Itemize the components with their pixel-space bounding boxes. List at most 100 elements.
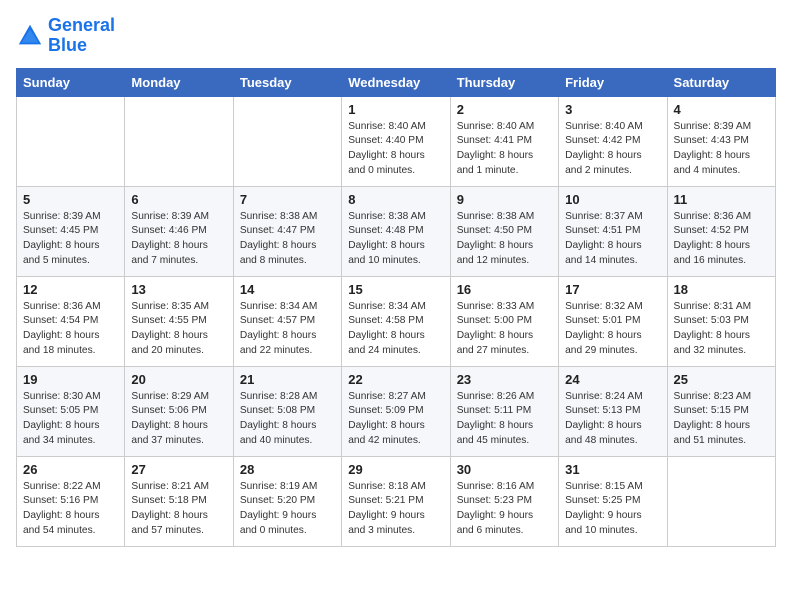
calendar-week-row: 26 Sunrise: 8:22 AM Sunset: 5:16 PM Dayli…: [17, 456, 776, 546]
cell-content: Sunrise: 8:34 AM Sunset: 4:58 PM Dayligh…: [348, 300, 443, 359]
calendar-week-row: 5 Sunrise: 8:39 AM Sunset: 4:45 PM Daylig…: [17, 186, 776, 276]
calendar-cell: 19Sunrise: 8:30 AM Sunset: 5:05 PM Dayli…: [17, 366, 125, 456]
calendar-cell: [17, 96, 125, 186]
day-number: 1: [348, 102, 443, 117]
logo-text: General Blue: [48, 16, 115, 56]
calendar-cell: 30 Sunrise: 8:16 AM Sunset: 5:23 PM Dayli…: [450, 456, 558, 546]
cell-content: Sunrise: 8:19 AM Sunset: 5:20 PM Dayligh…: [240, 480, 335, 539]
weekday-header-row: SundayMondayTuesdayWednesdayThursdayFrid…: [17, 68, 776, 96]
weekday-header-sunday: Sunday: [17, 68, 125, 96]
day-number: 23: [457, 372, 552, 387]
day-number: 11: [674, 192, 769, 207]
calendar-cell: [667, 456, 775, 546]
calendar-cell: 23 Sunrise: 8:26 AM Sunset: 5:11 PM Dayli…: [450, 366, 558, 456]
calendar-cell: 27Sunrise: 8:21 AM Sunset: 5:18 PM Dayli…: [125, 456, 233, 546]
cell-content: Sunrise: 8:23 AM Sunset: 5:15 PM Dayligh…: [674, 390, 769, 449]
calendar-cell: [125, 96, 233, 186]
calendar-cell: 24 Sunrise: 8:24 AM Sunset: 5:13 PM Dayli…: [559, 366, 667, 456]
weekday-header-wednesday: Wednesday: [342, 68, 450, 96]
cell-content: Sunrise: 8:35 AM Sunset: 4:55 PM Dayligh…: [131, 300, 226, 359]
cell-content: Sunrise: 8:24 AM Sunset: 5:13 PM Dayligh…: [565, 390, 660, 449]
day-number: 14: [240, 282, 335, 297]
cell-content: Sunrise: 8:38 AM Sunset: 4:48 PM Dayligh…: [348, 210, 443, 269]
calendar-cell: 2 Sunrise: 8:40 AM Sunset: 4:41 PM Daylig…: [450, 96, 558, 186]
calendar-cell: 14 Sunrise: 8:34 AM Sunset: 4:57 PM Dayli…: [233, 276, 341, 366]
weekday-header-tuesday: Tuesday: [233, 68, 341, 96]
day-number: 2: [457, 102, 552, 117]
cell-content: Sunrise: 8:18 AM Sunset: 5:21 PM Dayligh…: [348, 480, 443, 539]
calendar-cell: 10 Sunrise: 8:37 AM Sunset: 4:51 PM Dayli…: [559, 186, 667, 276]
cell-content: Sunrise: 8:31 AM Sunset: 5:03 PM Dayligh…: [674, 300, 769, 359]
cell-content: Sunrise: 8:40 AM Sunset: 4:40 PM Dayligh…: [348, 120, 443, 179]
day-number: 16: [457, 282, 552, 297]
day-number: 9: [457, 192, 552, 207]
cell-content: Sunrise: 8:38 AM Sunset: 4:50 PM Dayligh…: [457, 210, 552, 269]
cell-content: Sunrise: 8:16 AM Sunset: 5:23 PM Dayligh…: [457, 480, 552, 539]
calendar-cell: 5 Sunrise: 8:39 AM Sunset: 4:45 PM Daylig…: [17, 186, 125, 276]
calendar-week-row: 1 Sunrise: 8:40 AM Sunset: 4:40 PM Daylig…: [17, 96, 776, 186]
day-number: 25: [674, 372, 769, 387]
cell-content: Sunrise: 8:22 AM Sunset: 5:16 PM Dayligh…: [23, 480, 118, 539]
day-number: 28: [240, 462, 335, 477]
calendar-cell: 25 Sunrise: 8:23 AM Sunset: 5:15 PM Dayli…: [667, 366, 775, 456]
calendar-cell: 3 Sunrise: 8:40 AM Sunset: 4:42 PM Daylig…: [559, 96, 667, 186]
cell-content: Sunrise: 8:30 AM Sunset: 5:05 PM Dayligh…: [23, 390, 118, 449]
day-number: 4: [674, 102, 769, 117]
cell-content: Sunrise: 8:37 AM Sunset: 4:51 PM Dayligh…: [565, 210, 660, 269]
day-number: 29: [348, 462, 443, 477]
cell-content: Sunrise: 8:39 AM Sunset: 4:46 PM Dayligh…: [131, 210, 226, 269]
cell-content: Sunrise: 8:38 AM Sunset: 4:47 PM Dayligh…: [240, 210, 335, 269]
day-number: 10: [565, 192, 660, 207]
day-number: 12: [23, 282, 118, 297]
calendar-cell: 8Sunrise: 8:38 AM Sunset: 4:48 PM Daylig…: [342, 186, 450, 276]
cell-content: Sunrise: 8:40 AM Sunset: 4:42 PM Dayligh…: [565, 120, 660, 179]
weekday-header-monday: Monday: [125, 68, 233, 96]
cell-content: Sunrise: 8:39 AM Sunset: 4:45 PM Dayligh…: [23, 210, 118, 269]
day-number: 30: [457, 462, 552, 477]
calendar-cell: 16 Sunrise: 8:33 AM Sunset: 5:00 PM Dayli…: [450, 276, 558, 366]
calendar-cell: 12 Sunrise: 8:36 AM Sunset: 4:54 PM Dayli…: [17, 276, 125, 366]
cell-content: Sunrise: 8:28 AM Sunset: 5:08 PM Dayligh…: [240, 390, 335, 449]
cell-content: Sunrise: 8:36 AM Sunset: 4:54 PM Dayligh…: [23, 300, 118, 359]
cell-content: Sunrise: 8:27 AM Sunset: 5:09 PM Dayligh…: [348, 390, 443, 449]
calendar-week-row: 19Sunrise: 8:30 AM Sunset: 5:05 PM Dayli…: [17, 366, 776, 456]
calendar-cell: 7 Sunrise: 8:38 AM Sunset: 4:47 PM Daylig…: [233, 186, 341, 276]
day-number: 24: [565, 372, 660, 387]
page-header: General Blue: [16, 16, 776, 56]
day-number: 31: [565, 462, 660, 477]
day-number: 26: [23, 462, 118, 477]
cell-content: Sunrise: 8:34 AM Sunset: 4:57 PM Dayligh…: [240, 300, 335, 359]
cell-content: Sunrise: 8:36 AM Sunset: 4:52 PM Dayligh…: [674, 210, 769, 269]
calendar-cell: 15 Sunrise: 8:34 AM Sunset: 4:58 PM Dayli…: [342, 276, 450, 366]
calendar-cell: 28 Sunrise: 8:19 AM Sunset: 5:20 PM Dayli…: [233, 456, 341, 546]
calendar-cell: 6 Sunrise: 8:39 AM Sunset: 4:46 PM Daylig…: [125, 186, 233, 276]
calendar-cell: [233, 96, 341, 186]
calendar-cell: 29 Sunrise: 8:18 AM Sunset: 5:21 PM Dayli…: [342, 456, 450, 546]
day-number: 20: [131, 372, 226, 387]
cell-content: Sunrise: 8:40 AM Sunset: 4:41 PM Dayligh…: [457, 120, 552, 179]
day-number: 3: [565, 102, 660, 117]
calendar-cell: 9 Sunrise: 8:38 AM Sunset: 4:50 PM Daylig…: [450, 186, 558, 276]
day-number: 7: [240, 192, 335, 207]
calendar-table: SundayMondayTuesdayWednesdayThursdayFrid…: [16, 68, 776, 547]
day-number: 15: [348, 282, 443, 297]
calendar-cell: 18 Sunrise: 8:31 AM Sunset: 5:03 PM Dayli…: [667, 276, 775, 366]
cell-content: Sunrise: 8:15 AM Sunset: 5:25 PM Dayligh…: [565, 480, 660, 539]
cell-content: Sunrise: 8:39 AM Sunset: 4:43 PM Dayligh…: [674, 120, 769, 179]
cell-content: Sunrise: 8:26 AM Sunset: 5:11 PM Dayligh…: [457, 390, 552, 449]
calendar-cell: 11 Sunrise: 8:36 AM Sunset: 4:52 PM Dayli…: [667, 186, 775, 276]
calendar-cell: 4 Sunrise: 8:39 AM Sunset: 4:43 PM Daylig…: [667, 96, 775, 186]
day-number: 6: [131, 192, 226, 207]
calendar-cell: 21 Sunrise: 8:28 AM Sunset: 5:08 PM Dayli…: [233, 366, 341, 456]
day-number: 13: [131, 282, 226, 297]
calendar-cell: 26 Sunrise: 8:22 AM Sunset: 5:16 PM Dayli…: [17, 456, 125, 546]
calendar-cell: 13 Sunrise: 8:35 AM Sunset: 4:55 PM Dayli…: [125, 276, 233, 366]
cell-content: Sunrise: 8:32 AM Sunset: 5:01 PM Dayligh…: [565, 300, 660, 359]
weekday-header-friday: Friday: [559, 68, 667, 96]
day-number: 5: [23, 192, 118, 207]
weekday-header-saturday: Saturday: [667, 68, 775, 96]
calendar-cell: 17Sunrise: 8:32 AM Sunset: 5:01 PM Dayli…: [559, 276, 667, 366]
cell-content: Sunrise: 8:33 AM Sunset: 5:00 PM Dayligh…: [457, 300, 552, 359]
day-number: 18: [674, 282, 769, 297]
day-number: 21: [240, 372, 335, 387]
